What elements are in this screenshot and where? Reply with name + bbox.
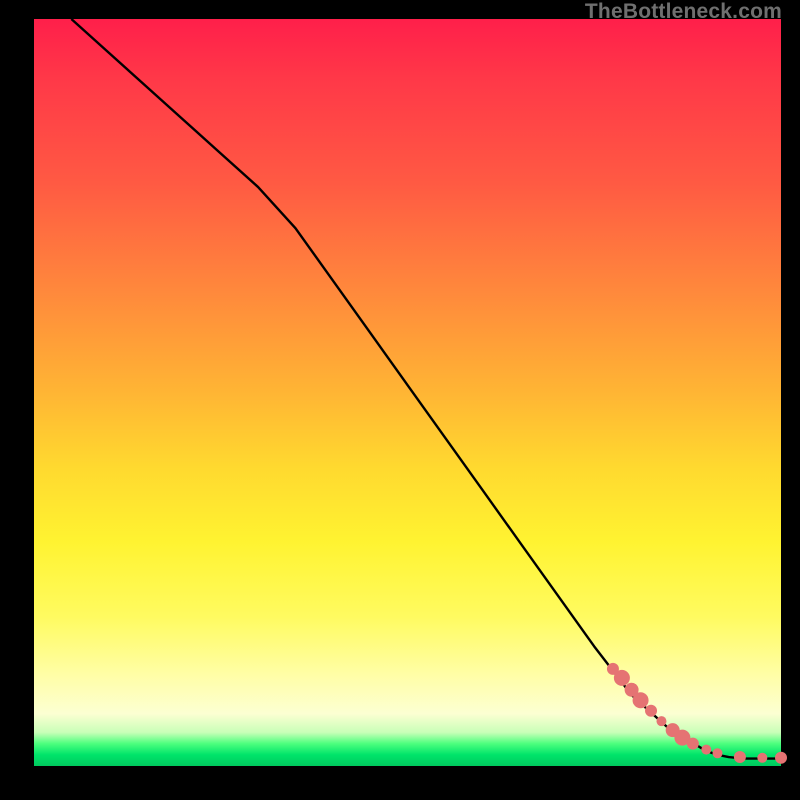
marker-dot <box>633 692 649 708</box>
marker-dot <box>701 745 711 755</box>
chart-overlay <box>34 19 781 766</box>
chart-frame: TheBottleneck.com <box>0 0 800 800</box>
marker-dot <box>713 748 723 758</box>
marker-dot <box>775 752 787 764</box>
marker-dot <box>656 716 666 726</box>
marker-group <box>607 663 787 764</box>
curve-path <box>71 19 781 759</box>
marker-dot <box>645 705 657 717</box>
marker-dot <box>734 751 746 763</box>
marker-dot <box>687 738 699 750</box>
marker-dot <box>614 670 630 686</box>
marker-dot <box>757 753 767 763</box>
curve-line <box>71 19 781 759</box>
